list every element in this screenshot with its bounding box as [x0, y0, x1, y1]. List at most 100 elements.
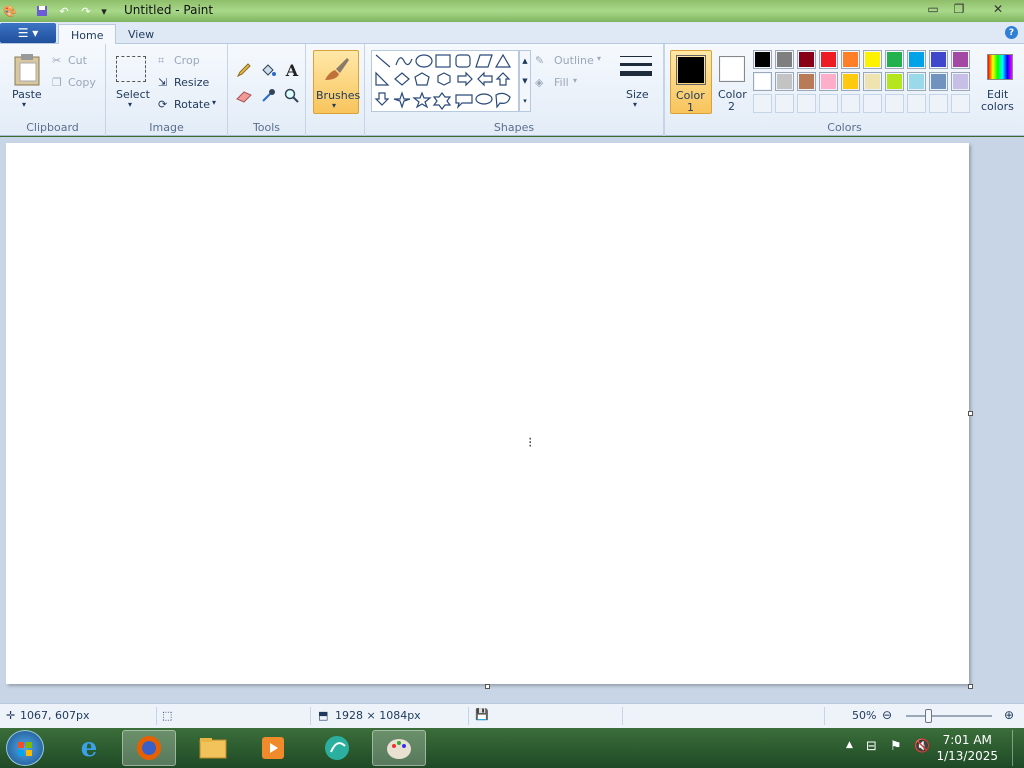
outline-icon: ✎: [535, 54, 545, 67]
close-button[interactable]: ✕: [984, 1, 1012, 17]
drawing-canvas[interactable]: ⁝: [6, 143, 969, 684]
file-explorer-icon[interactable]: [186, 730, 240, 766]
palette-swatch[interactable]: [885, 72, 904, 91]
palette-swatch[interactable]: [797, 72, 816, 91]
help-icon[interactable]: ?: [1005, 26, 1018, 39]
copy-button[interactable]: Copy: [68, 76, 96, 89]
palette-swatch[interactable]: [951, 50, 970, 69]
palette-swatch[interactable]: [885, 50, 904, 69]
size-line-2: [620, 63, 652, 66]
custom-color-slot[interactable]: [775, 94, 794, 113]
custom-color-slot[interactable]: [929, 94, 948, 113]
palette-swatch[interactable]: [841, 72, 860, 91]
media-app-icon[interactable]: [310, 730, 364, 766]
tab-view[interactable]: View: [116, 24, 166, 45]
media-player-icon[interactable]: [246, 730, 300, 766]
internet-explorer-icon[interactable]: e: [62, 730, 116, 766]
volume-muted-icon[interactable]: 🔇: [914, 739, 930, 754]
redo-icon[interactable]: ↷: [78, 3, 94, 19]
palette-swatch[interactable]: [775, 72, 794, 91]
outline-dropdown-icon[interactable]: ▾: [597, 54, 601, 63]
select-icon[interactable]: [116, 56, 146, 82]
palette-swatch[interactable]: [797, 50, 816, 69]
status-divider: [156, 707, 157, 725]
palette-swatch[interactable]: [929, 50, 948, 69]
rotate-button[interactable]: Rotate: [174, 98, 210, 111]
palette-swatch[interactable]: [907, 72, 926, 91]
fill-dropdown-icon[interactable]: ▾: [573, 76, 577, 85]
paste-dropdown-icon[interactable]: ▾: [22, 100, 26, 109]
shapes-scroll[interactable]: ▲ ▼ ▾: [519, 50, 531, 112]
custom-color-slot[interactable]: [841, 94, 860, 113]
custom-color-slot[interactable]: [951, 94, 970, 113]
save-icon[interactable]: [34, 3, 50, 19]
color-palette: [753, 50, 977, 114]
show-desktop-button[interactable]: [1012, 730, 1022, 766]
maximize-button[interactable]: ❐: [946, 1, 972, 17]
custom-color-slot[interactable]: [753, 94, 772, 113]
shape-icons[interactable]: [372, 51, 518, 111]
color2-button[interactable]: Color 2: [715, 50, 751, 114]
custom-color-slot[interactable]: [819, 94, 838, 113]
custom-color-slot[interactable]: [885, 94, 904, 113]
zoom-slider-thumb[interactable]: [925, 709, 932, 723]
paste-button[interactable]: Paste: [12, 88, 42, 101]
eraser-icon[interactable]: [234, 86, 254, 106]
zoom-slider-track[interactable]: [906, 715, 992, 717]
custom-color-slot[interactable]: [863, 94, 882, 113]
pencil-icon[interactable]: [234, 60, 254, 80]
palette-swatch[interactable]: [775, 50, 794, 69]
palette-swatch[interactable]: [907, 50, 926, 69]
size-button[interactable]: Size ▾: [614, 52, 658, 112]
show-hidden-icons-icon[interactable]: ▲: [846, 740, 853, 750]
palette-swatch[interactable]: [863, 50, 882, 69]
color1-button[interactable]: Color 1: [670, 50, 712, 114]
tab-home[interactable]: Home: [58, 24, 117, 45]
cut-button[interactable]: Cut: [68, 54, 87, 67]
rotate-dropdown-icon[interactable]: ▾: [212, 98, 216, 107]
fill-button[interactable]: Fill: [554, 76, 569, 89]
palette-swatch[interactable]: [841, 50, 860, 69]
clock[interactable]: 7:01 AM 1/13/2025: [936, 732, 998, 764]
resize-handle-bottom[interactable]: [485, 684, 490, 689]
resize-handle-right[interactable]: [968, 411, 973, 416]
zoom-in-button[interactable]: ⊕: [1004, 708, 1014, 722]
crop-button[interactable]: Crop: [174, 54, 200, 67]
zoom-level: 50%: [852, 709, 877, 722]
resize-handle-corner[interactable]: [968, 684, 973, 689]
file-menu-button[interactable]: ☰ ▾: [0, 23, 56, 43]
paint-taskbar-icon[interactable]: [372, 730, 426, 766]
zoom-out-button[interactable]: ⊖: [882, 708, 892, 722]
color-picker-icon[interactable]: [258, 86, 278, 106]
palette-swatch[interactable]: [929, 72, 948, 91]
resize-button[interactable]: Resize: [174, 76, 209, 89]
size-line-3: [620, 71, 652, 76]
custom-color-slot[interactable]: [797, 94, 816, 113]
network-icon[interactable]: ⊟: [866, 739, 877, 754]
palette-swatch[interactable]: [819, 50, 838, 69]
brushes-button[interactable]: Brushes ▾: [313, 50, 360, 114]
action-center-flag-icon[interactable]: ⚑: [890, 739, 902, 754]
palette-swatch[interactable]: [951, 72, 970, 91]
edit-colors-button[interactable]: Edit colors: [979, 50, 1023, 114]
custom-color-slot[interactable]: [907, 94, 926, 113]
palette-swatch[interactable]: [753, 50, 772, 69]
outline-button[interactable]: Outline: [554, 54, 594, 67]
paste-icon[interactable]: [12, 52, 42, 88]
minimize-button[interactable]: ▭: [920, 1, 946, 17]
palette-swatch[interactable]: [863, 72, 882, 91]
text-tool-icon[interactable]: A: [282, 60, 302, 80]
select-button[interactable]: Select: [116, 88, 150, 101]
customize-toolbar-icon[interactable]: ▾: [96, 3, 112, 19]
cursor-position-icon: ✛: [6, 709, 16, 722]
magnifier-icon[interactable]: [282, 86, 302, 106]
firefox-icon[interactable]: [122, 730, 176, 766]
select-dropdown-icon[interactable]: ▾: [128, 100, 132, 109]
ribbon-tabs: ☰ ▾ Home View ?: [0, 22, 1024, 45]
palette-swatch[interactable]: [753, 72, 772, 91]
start-button[interactable]: [6, 730, 44, 766]
paint-app-icon[interactable]: 🎨: [2, 3, 18, 19]
fill-bucket-icon[interactable]: [258, 60, 278, 80]
palette-swatch[interactable]: [819, 72, 838, 91]
undo-icon[interactable]: ↶: [56, 3, 72, 19]
